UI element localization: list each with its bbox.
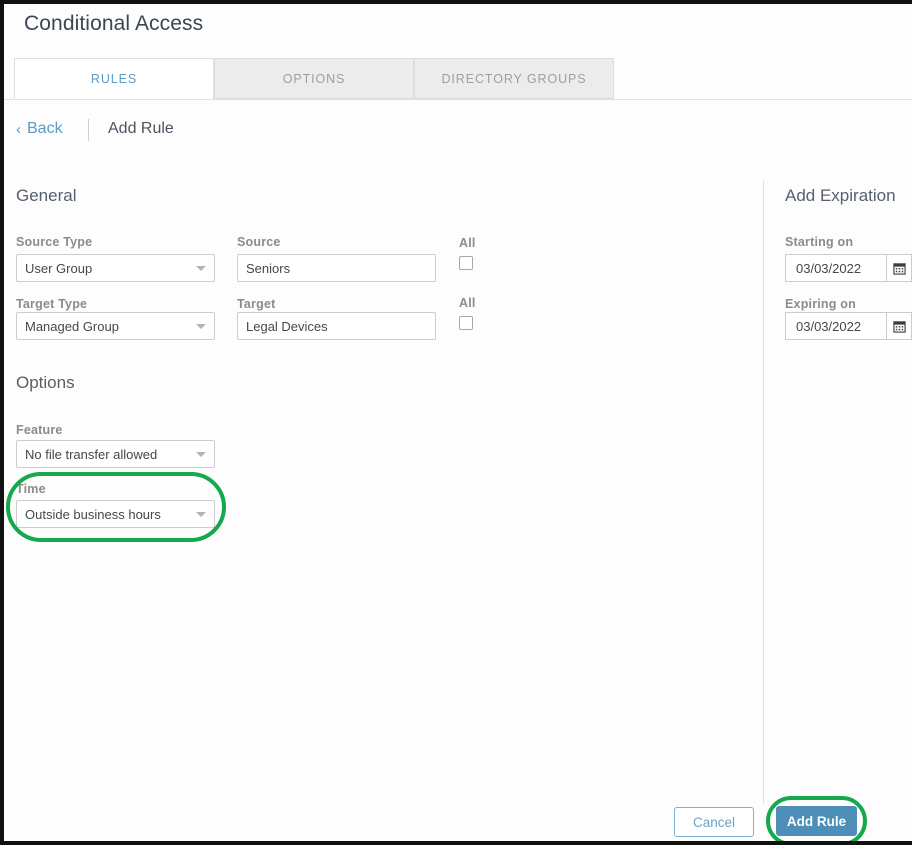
starting-on-calendar-button[interactable] (886, 254, 912, 282)
target-input[interactable]: Legal Devices (237, 312, 436, 340)
target-all-label: All (459, 296, 476, 310)
expiring-on-value: 03/03/2022 (796, 318, 862, 334)
page-title: Conditional Access (24, 12, 204, 35)
source-all-checkbox[interactable] (459, 256, 473, 270)
source-all-label: All (459, 236, 476, 250)
chevron-down-icon (196, 324, 206, 329)
cancel-button-label: Cancel (692, 814, 736, 830)
back-link[interactable]: ‹ Back (16, 120, 63, 138)
feature-select[interactable]: No file transfer allowed (16, 440, 215, 468)
target-type-label: Target Type (16, 297, 88, 311)
chevron-down-icon (196, 266, 206, 271)
starting-on-input[interactable]: 03/03/2022 (785, 254, 886, 282)
tab-rules[interactable]: RULES (14, 58, 214, 99)
tab-directory-groups-label: DIRECTORY GROUPS (441, 71, 587, 86)
time-label: Time (16, 482, 46, 496)
target-label: Target (237, 297, 276, 311)
expiring-on-calendar-button[interactable] (886, 312, 912, 340)
target-input-value: Legal Devices (246, 318, 328, 334)
breadcrumb-divider (88, 119, 89, 141)
target-type-select[interactable]: Managed Group (16, 312, 215, 340)
breadcrumb-current-label: Add Rule (108, 120, 174, 137)
time-select[interactable]: Outside business hours (16, 500, 215, 528)
chevron-down-icon (196, 452, 206, 457)
expiring-on-input[interactable]: 03/03/2022 (785, 312, 886, 340)
page-surface: Conditional Access RULES OPTIONS DIRECTO… (4, 4, 912, 841)
tab-directory-groups[interactable]: DIRECTORY GROUPS (414, 58, 614, 99)
tab-strip: RULES OPTIONS DIRECTORY GROUPS (4, 58, 912, 100)
section-heading-expiration: Add Expiration (785, 186, 896, 205)
feature-value: No file transfer allowed (25, 446, 158, 462)
starting-on-value: 03/03/2022 (796, 260, 862, 276)
target-all-checkbox[interactable] (459, 316, 473, 330)
back-link-label: Back (27, 120, 63, 137)
cancel-button[interactable]: Cancel (674, 807, 754, 837)
chevron-down-icon (196, 512, 206, 517)
expiring-on-datefield[interactable]: 03/03/2022 (785, 312, 912, 340)
time-value: Outside business hours (25, 506, 161, 522)
tab-rules-label: RULES (90, 71, 138, 86)
source-input-value: Seniors (246, 260, 291, 276)
add-rule-button-label: Add Rule (786, 813, 847, 829)
source-type-select[interactable]: User Group (16, 254, 215, 282)
chevron-left-icon: ‹ (16, 120, 21, 138)
calendar-icon (892, 320, 906, 333)
expiring-on-label: Expiring on (785, 297, 856, 311)
source-label: Source (237, 235, 281, 249)
target-type-value: Managed Group (25, 318, 119, 334)
add-rule-button[interactable]: Add Rule (776, 806, 857, 836)
tab-options[interactable]: OPTIONS (214, 58, 414, 99)
starting-on-label: Starting on (785, 235, 854, 249)
source-type-label: Source Type (16, 235, 93, 249)
feature-label: Feature (16, 423, 63, 437)
calendar-icon (892, 262, 906, 275)
source-type-value: User Group (25, 260, 93, 276)
breadcrumb: ‹ Back Add Rule (4, 114, 912, 152)
tab-options-label: OPTIONS (282, 71, 346, 86)
application-window: Conditional Access RULES OPTIONS DIRECTO… (0, 0, 912, 845)
section-heading-general: General (16, 186, 77, 205)
starting-on-datefield[interactable]: 03/03/2022 (785, 254, 912, 282)
section-heading-options: Options (16, 373, 75, 392)
source-input[interactable]: Seniors (237, 254, 436, 282)
panel-divider (763, 180, 764, 804)
